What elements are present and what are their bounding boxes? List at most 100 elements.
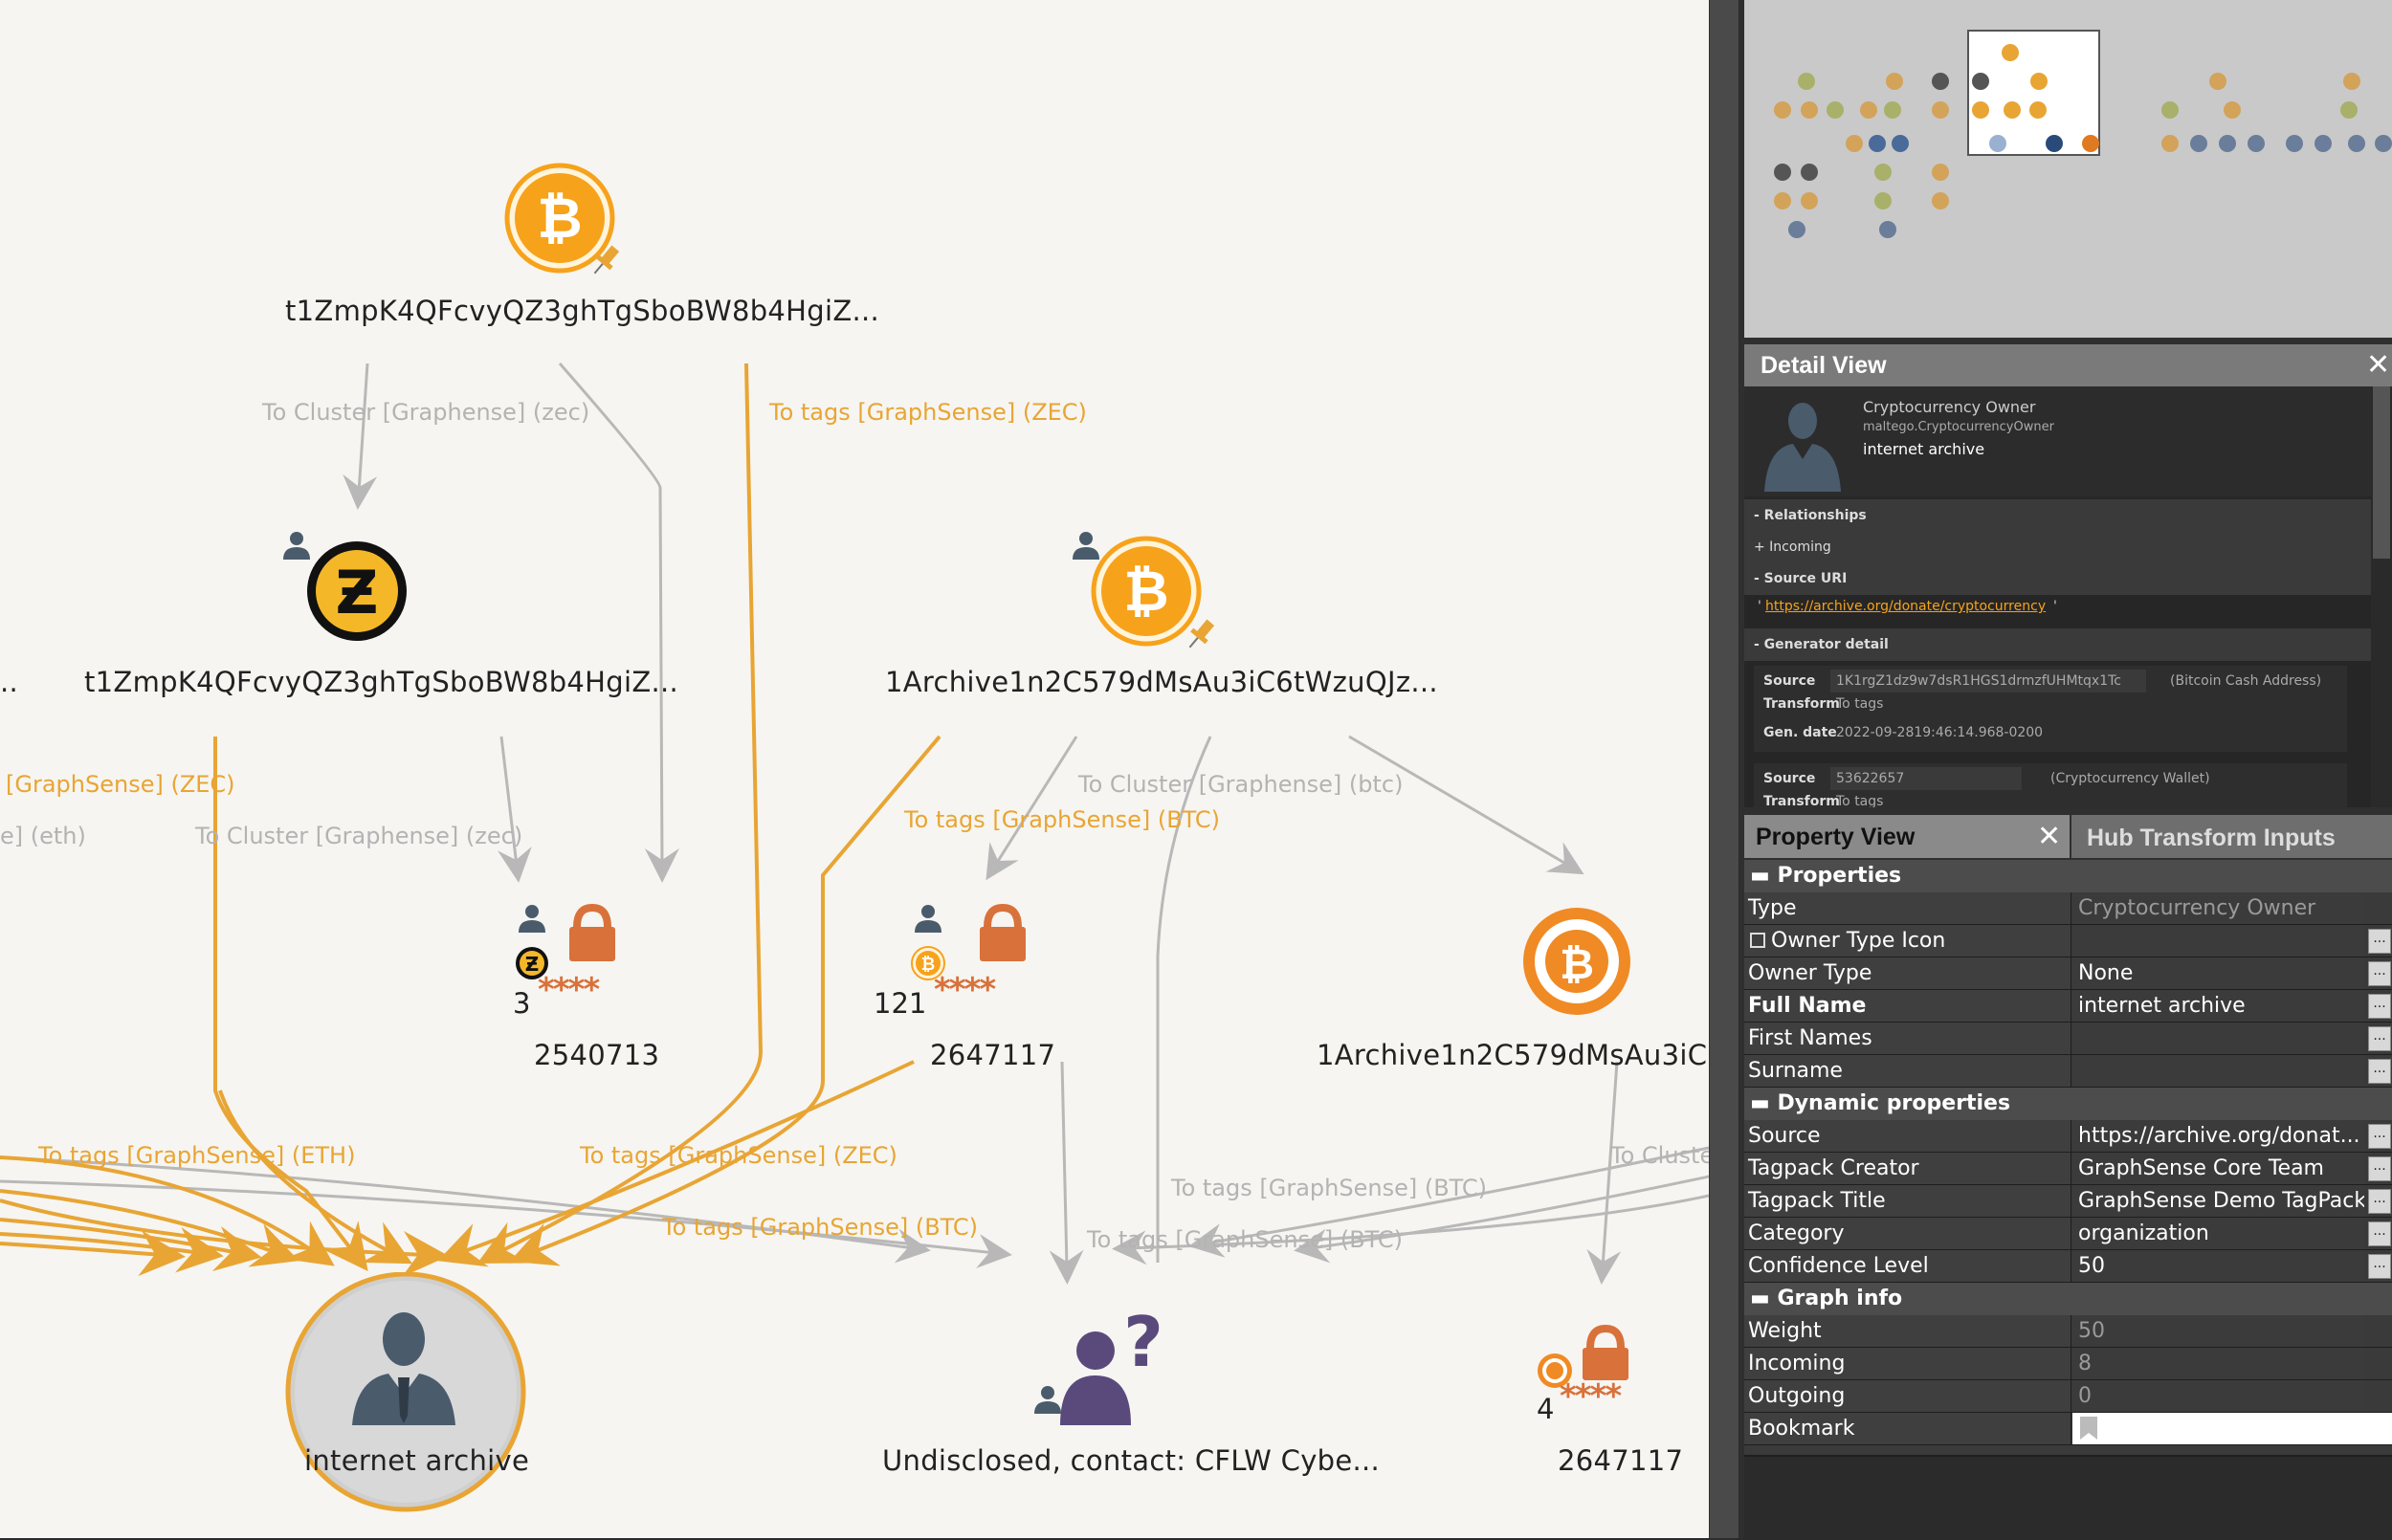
property-row-category[interactable]: Category organization... [1744,1218,2392,1250]
tab-property-view[interactable]: Property View ✕ [1744,815,2070,858]
bookmark-icon[interactable] [2078,1417,2099,1441]
edit-button[interactable]: ... [2368,1156,2391,1181]
group-dynamic-properties[interactable]: ▬ Dynamic properties [1744,1088,2392,1120]
property-value[interactable]: https://archive.org/donat... [2072,1120,2364,1152]
edge-label[interactable]: To tags [GraphSense] (BTC) [1087,1226,1403,1253]
relationships-section[interactable]: - Relationships [1744,499,2371,532]
graph-canvas[interactable]: To Cluster [Graphense] (zec) To tags [Gr… [0,0,1709,1538]
edge-label[interactable]: [GraphSense] (ZEC) [6,771,235,798]
edit-button[interactable]: ... [2368,1189,2391,1214]
person-icon [285,1271,526,1512]
lock-icon: Ƶ [516,903,615,979]
property-value[interactable] [2072,1023,2364,1054]
property-name: Weight [1744,1315,2071,1347]
property-row-tagpack-creator[interactable]: Tagpack Creator GraphSense Core Team... [1744,1153,2392,1185]
unknown-owner-node[interactable]: ? [1029,1302,1182,1429]
gen-date-label: Gen. date [1763,725,1837,740]
tab-hub-transform-inputs[interactable]: Hub Transform Inputs [2071,815,2392,858]
edge-label[interactable]: To tags [GraphSense] (ZEC) [769,399,1087,426]
edge-label[interactable]: To tags [GraphSense] (BTC) [662,1214,978,1241]
edge-label[interactable]: To tags [GraphSense] (ZEC) [580,1142,897,1169]
property-row-surname[interactable]: Surname... [1744,1055,2392,1088]
close-icon[interactable]: ✕ [2037,820,2061,853]
cryptocurrency-owner-node[interactable] [283,1271,528,1521]
property-row-type[interactable]: Type Cryptocurrency Owner [1744,892,2392,925]
property-row-full-name[interactable]: Full Name internet archive... [1744,990,2392,1023]
edit-button[interactable]: ... [2368,1026,2391,1051]
property-value[interactable]: GraphSense Demo TagPack [2072,1185,2364,1217]
rating-stars: **** [934,971,996,1009]
checkbox-icon[interactable] [1750,933,1765,948]
lock-icon: ₿ [911,903,1026,980]
property-value[interactable] [2072,925,2364,957]
edit-button[interactable]: ... [2368,961,2391,986]
edge-label[interactable]: To Cluster [Graphense] (btc) [1078,771,1404,798]
gen-source-value[interactable]: 53622657 [1830,767,2022,790]
bitcoin-address-node[interactable]: ₿ [1521,904,1636,1023]
bitcoin-address-node[interactable]: ₿ [1067,531,1229,659]
node-label: t1ZmpK4QFcvyQZ3ghTgSboBW8b4HgiZ... [84,666,679,698]
detail-view-header[interactable]: Detail View ✕ [1744,344,2392,386]
person-icon [1764,403,1841,492]
detail-scrollbar[interactable] [2371,386,2392,807]
incoming-section[interactable]: + Incoming [1744,531,2371,563]
cluster-count: 4 [1537,1393,1555,1425]
edge-label[interactable]: To tags [GraphSense] (BTC) [1171,1175,1487,1201]
property-view-tabs: Property View ✕ Hub Transform Inputs [1744,815,2392,858]
property-name: Incoming [1744,1348,2071,1379]
edge-label[interactable]: To tags [GraphSense] (BTC) [904,806,1220,833]
property-view-title: Property View [1756,824,1916,850]
edge-label[interactable]: To Cluster [Graphense] (zec) [195,823,522,849]
property-row-outgoing[interactable]: Outgoing 0 [1744,1380,2392,1413]
gen-source-value[interactable]: 1K1rgZ1dz9w7dsR1HGS1drmzfUHMtqx1Tc [1830,670,2146,693]
generator-detail-section[interactable]: - Generator detail [1744,628,2371,661]
property-value[interactable]: None [2072,957,2364,989]
property-value[interactable]: internet archive [2072,990,2364,1022]
property-name: Type [1744,892,2071,924]
gen-date-value: 2022-09-2819:46:14.968-0200 [1836,725,2044,740]
overview-minimap[interactable] [1744,0,2392,338]
source-uri-section[interactable]: - Source URI [1744,562,2371,595]
entity-value: internet archive [1863,440,1985,458]
edge-label[interactable]: To tags [GraphSense] (ETH) [38,1142,355,1169]
group-properties[interactable]: ▬ Properties [1744,860,2392,892]
entity-summary: Cryptocurrency Owner maltego.Cryptocurre… [1744,386,2371,496]
property-name: Tagpack Title [1744,1185,2071,1217]
edit-button[interactable]: ... [2368,1254,2391,1279]
edge-label[interactable]: To Cluster [Graphense] (zec) [262,399,589,426]
property-row-first-names[interactable]: First Names... [1744,1023,2392,1055]
bitcoin-address-node[interactable]: ₿ [502,163,636,291]
node-label: 2647117 [1558,1444,1684,1477]
edit-button[interactable]: ... [2368,1124,2391,1149]
bitcoin-icon: ₿ [504,163,620,275]
property-value[interactable]: organization [2072,1218,2364,1249]
vertical-splitter[interactable] [1709,0,1739,1538]
property-value[interactable]: GraphSense Core Team [2072,1153,2364,1184]
property-value[interactable]: 50 [2072,1250,2364,1282]
edit-button[interactable]: ... [2368,1059,2391,1084]
property-row-tagpack-title[interactable]: Tagpack Title GraphSense Demo TagPack... [1744,1185,2392,1218]
property-row-bookmark[interactable]: Bookmark [1744,1413,2392,1445]
edge-label[interactable]: e] (eth) [0,823,86,849]
zcash-address-node[interactable]: Ƶ [277,531,421,649]
property-row-incoming[interactable]: Incoming 8 [1744,1348,2392,1380]
property-row-confidence-level[interactable]: Confidence Level 50... [1744,1250,2392,1283]
property-row-owner-type[interactable]: Owner Type None... [1744,957,2392,990]
property-value: 8 [2072,1348,2364,1379]
property-value[interactable] [2072,1055,2364,1087]
property-row-source[interactable]: Source https://archive.org/donat...... [1744,1120,2392,1153]
source-uri-link[interactable]: https://archive.org/donate/cryptocurrenc… [1765,599,2046,614]
edit-button[interactable]: ... [2368,994,2391,1019]
zcash-icon: Ƶ [283,532,407,641]
detail-view-body[interactable]: Cryptocurrency Owner maltego.Cryptocurre… [1744,386,2371,807]
close-icon[interactable]: ✕ [2366,348,2390,382]
hub-tab-label: Hub Transform Inputs [2087,825,2336,851]
edit-button[interactable]: ... [2368,929,2391,954]
edit-button[interactable]: ... [2368,1221,2391,1246]
property-row-owner-type-icon[interactable]: Owner Type Icon... [1744,925,2392,957]
group-graph-info[interactable]: ▬ Graph info [1744,1283,2392,1315]
rating-stars: **** [538,971,600,1009]
edge-label[interactable]: To Cluste [1610,1142,1709,1169]
property-row-weight[interactable]: Weight 50 [1744,1315,2392,1348]
bookmark-value[interactable] [2072,1413,2392,1444]
